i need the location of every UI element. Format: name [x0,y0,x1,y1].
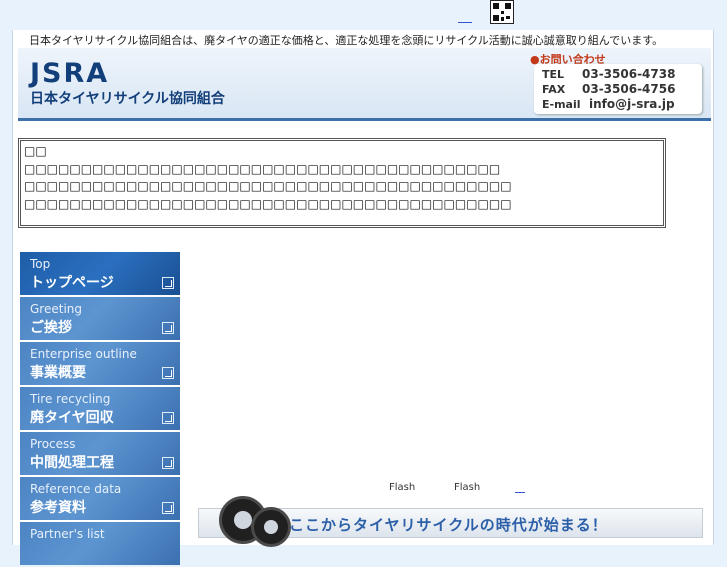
email-address[interactable]: info@j-sra.jp [589,97,675,111]
nav-item-reference-data[interactable]: Reference data 参考資料 [20,477,180,520]
notice-box: □□ □□□□□□□□□□□□□□□□□□□□□□□□□□□□□□□□□□□□□… [18,138,666,228]
nav-item-label-en: Greeting [30,302,82,316]
notice-line: □□□□□□□□□□□□□□□□□□□□□□□□□□□□□□□□□□□□□□□□… [24,196,512,211]
notice-line: □□□□□□□□□□□□□□□□□□□□□□□□□□□□□□□□□□□□□□□□… [24,179,512,193]
nav-item-label-en: Top [30,257,51,271]
nav-item-label-ja: トップページ [30,275,114,291]
email-row: E-mail info@j-sra.jp [542,97,675,111]
organization-name: 日本タイヤリサイクル協同組合 [30,91,225,107]
tire-icon [251,507,291,547]
nav-item-label-ja: 中間処理工程 [30,455,114,471]
nav-item-top[interactable]: Top トップページ [20,252,180,295]
site-tagline: 日本タイヤリサイクル協同組合は、廃タイヤの適正な価格と、適正な処理を念頭にリサイ… [29,34,664,47]
nav-item-tire-recycling[interactable]: Tire recycling 廃タイヤ回収 [20,387,180,430]
tel-label: TEL [542,68,565,81]
side-navigation: Top トップページ Greeting ご挨拶 Enterprise outli… [20,252,181,567]
notice-line: □□ [24,144,47,158]
arrow-icon [162,412,174,424]
notice-text: □□ □□□□□□□□□□□□□□□□□□□□□□□□□□□□□□□□□□□□□… [20,140,664,226]
nav-item-label-en: Partner's list [30,527,105,541]
site-logo[interactable]: JSRA [30,58,109,89]
nav-item-label-en: Tire recycling [30,392,111,406]
top-bar [0,0,727,30]
arrow-icon [162,457,174,469]
site-header: JSRA 日本タイヤリサイクル協同組合 ●お問い合わせ TEL 03-3506-4… [18,48,711,121]
nav-item-label-en: Reference data [30,482,122,496]
top-link[interactable] [458,22,472,23]
nav-item-enterprise-outline[interactable]: Enterprise outline 事業概要 [20,342,180,385]
arrow-icon [162,367,174,379]
contact-panel: ●お問い合わせ TEL 03-3506-4738 FAX 03-3506-4756 … [530,51,706,114]
flash-download-link[interactable] [515,492,525,493]
nav-item-label-ja: 廃タイヤ回収 [30,410,114,426]
promo-banner[interactable]: ここからタイヤリサイクルの時代が始まる！ [198,496,703,547]
tel-row: TEL 03-3506-4738 [542,67,675,81]
notice-line: □□□□□□□□□□□□□□□□□□□□□□□□□□□□□□□□□□□□□□□□… [24,161,501,176]
arrow-icon [162,322,174,334]
flash-notice: Flash [454,482,481,493]
nav-item-label-en: Process [30,437,76,451]
fax-number: 03-3506-4756 [582,82,676,96]
contact-box: TEL 03-3506-4738 FAX 03-3506-4756 E-mail in… [534,64,702,114]
email-label: E-mail [542,98,581,111]
fax-row: FAX 03-3506-4756 [542,82,675,96]
fax-label: FAX [542,83,566,96]
nav-item-label-ja: 参考資料 [30,500,86,516]
flash-notice: Flash [389,482,416,493]
nav-item-label-ja: ご挨拶 [30,320,72,336]
nav-item-label-en: Enterprise outline [30,347,137,361]
banner-text: ここからタイヤリサイクルの時代が始まる！ [289,516,608,534]
nav-item-greeting[interactable]: Greeting ご挨拶 [20,297,180,340]
tel-number: 03-3506-4738 [582,67,676,81]
nav-item-partners-list[interactable]: Partner's list [20,522,180,565]
nav-item-label-ja: 事業概要 [30,365,86,381]
page-container: 日本タイヤリサイクル協同組合は、廃タイヤの適正な価格と、適正な処理を念頭にリサイ… [12,30,714,565]
arrow-icon [162,277,174,289]
qr-code-icon [490,0,514,24]
arrow-icon [162,502,174,514]
nav-item-process[interactable]: Process 中間処理工程 [20,432,180,475]
